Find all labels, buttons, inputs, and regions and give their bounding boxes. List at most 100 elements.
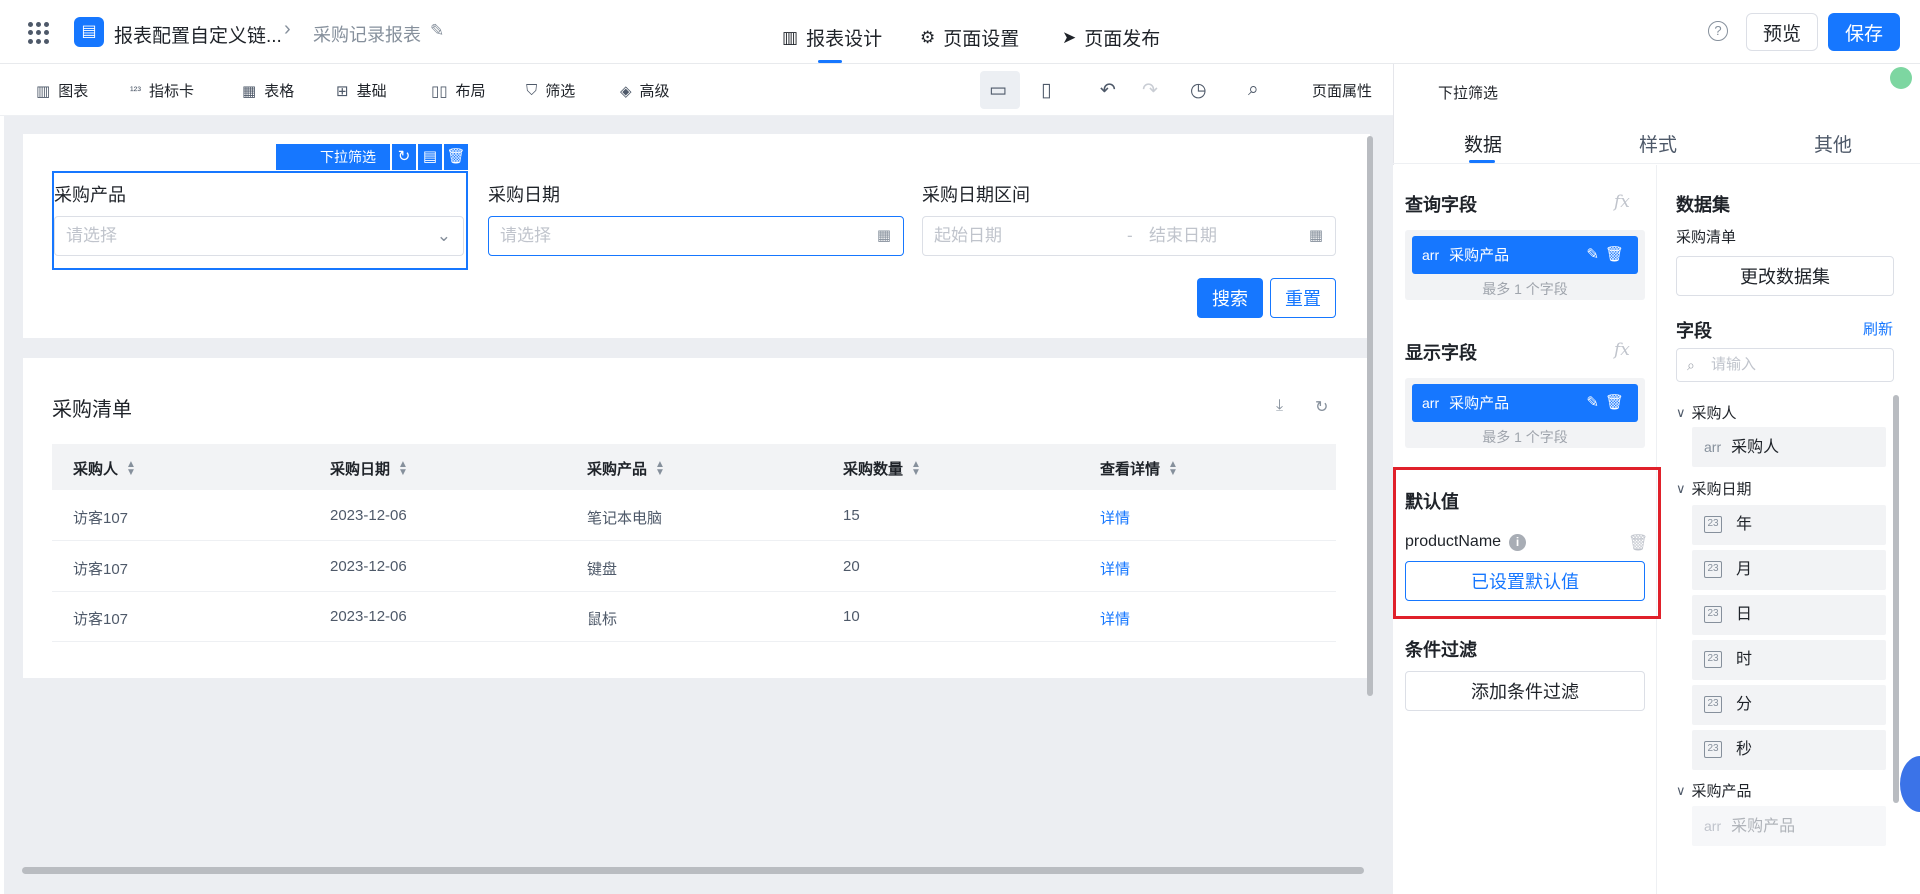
date-range-picker[interactable]: 起始日期 - 结束日期 ▦ <box>922 216 1336 256</box>
refresh-icon[interactable]: ↻ <box>392 144 416 170</box>
toolbar-label: 基础 <box>356 83 387 100</box>
tab-report-design[interactable]: ▥ 报表设计 <box>782 24 882 51</box>
canvas-horizontal-scrollbar[interactable] <box>22 867 1364 874</box>
tab-style[interactable]: 样式 <box>1639 130 1677 157</box>
mobile-icon[interactable]: ▯ <box>1041 79 1051 102</box>
download-icon[interactable]: ⤓ <box>1276 397 1283 415</box>
info-icon[interactable]: i <box>1509 533 1527 551</box>
column-header[interactable]: 采购人 ▲ ▼ <box>73 458 136 479</box>
field-group-label: 采购人 <box>1691 405 1737 422</box>
date-field-icon: 23 <box>1704 696 1722 714</box>
table-cell: 访客107 <box>73 561 129 578</box>
sort-icon[interactable]: ▲ ▼ <box>398 459 408 477</box>
field-item[interactable]: 23 分 <box>1692 685 1886 725</box>
edit-icon[interactable]: ✎ <box>1586 246 1605 263</box>
reset-button[interactable]: 重置 <box>1270 278 1336 318</box>
fx-icon[interactable]: fx <box>1614 340 1630 360</box>
column-header[interactable]: 采购数量 ▲ ▼ <box>843 458 921 479</box>
canvas-vertical-scrollbar[interactable] <box>1367 136 1373 696</box>
refresh-icon[interactable]: ↻ <box>1315 397 1328 417</box>
refresh-fields-link[interactable]: 刷新 <box>1863 318 1893 339</box>
undo-icon[interactable]: ↶ <box>1100 79 1116 102</box>
field-item[interactable]: 23 月 <box>1692 550 1886 590</box>
fx-icon[interactable]: fx <box>1614 192 1630 212</box>
toolbar-metric-card[interactable]: ¹²³ 指标卡 <box>130 80 194 101</box>
chevron-right-icon: › <box>284 18 291 40</box>
desktop-icon[interactable]: ▭ <box>989 79 1007 102</box>
sort-icon[interactable]: ▲ ▼ <box>126 459 136 477</box>
help-icon[interactable]: ? <box>1708 21 1728 41</box>
column-header[interactable]: 采购日期 ▲ ▼ <box>330 458 408 479</box>
edit-icon[interactable]: ✎ <box>1586 394 1605 411</box>
display-field-slot[interactable]: arr 采购产品 ✎🗑 最多 1 个字段 <box>1405 378 1645 448</box>
history-icon[interactable]: ◷ <box>1190 79 1207 102</box>
sort-icon[interactable]: ▲ ▼ <box>1168 459 1178 477</box>
toolbar-basic[interactable]: ⊞ 基础 <box>336 80 387 101</box>
product-select[interactable]: 请选择 ⌄ <box>54 216 464 256</box>
query-field-slot[interactable]: arr 采购产品 ✎🗑 最多 1 个字段 <box>1405 230 1645 300</box>
field-item[interactable]: arr 采购产品 <box>1692 806 1886 846</box>
redo-icon[interactable]: ↷ <box>1142 79 1158 102</box>
table-header: 采购人 ▲ ▼ 采购日期 ▲ ▼ 采购产品 ▲ ▼ 采购数量 ▲ ▼ 查看详情 ▲ ▼ <box>52 444 1336 490</box>
delete-icon[interactable]: 🗑 <box>444 144 468 170</box>
field-group-product[interactable]: ∨ 采购产品 <box>1676 780 1752 801</box>
field-item[interactable]: 23 日 <box>1692 595 1886 635</box>
toolbar-chart[interactable]: ▥ 图表 <box>36 80 88 101</box>
page-properties-button[interactable]: 页面属性 <box>1312 80 1372 101</box>
search-button[interactable]: 搜索 <box>1197 278 1263 318</box>
trash-icon[interactable]: 🗑 <box>1628 533 1648 553</box>
add-condition-filter-button[interactable]: 添加条件过滤 <box>1405 671 1645 711</box>
sort-icon[interactable]: ▲ ▼ <box>911 459 921 477</box>
tab-other[interactable]: 其他 <box>1814 130 1852 157</box>
toolbar-layout[interactable]: ▯▯ 布局 <box>431 80 486 101</box>
tab-label: 页面发布 <box>1084 29 1161 50</box>
detail-link[interactable]: 详情 <box>1100 558 1130 579</box>
app-title[interactable]: 报表配置自定义链... <box>114 21 282 48</box>
display-field-chip[interactable]: arr 采购产品 ✎🗑 <box>1412 384 1638 422</box>
toolbar-filter[interactable]: ⛉ 筛选 <box>526 80 575 101</box>
copy-icon[interactable]: ▤ <box>418 144 442 170</box>
column-header[interactable]: 采购产品 ▲ ▼ <box>587 458 665 479</box>
field-group-buyer[interactable]: ∨ 采购人 <box>1676 402 1737 423</box>
edit-icon[interactable]: ✎ <box>430 21 444 41</box>
detail-link[interactable]: 详情 <box>1100 608 1130 629</box>
field-item[interactable]: 23 秒 <box>1692 730 1886 770</box>
tab-page-settings[interactable]: ⚙ 页面设置 <box>920 24 1019 51</box>
table-row: 访客107 2023-12-06 鼠标 10 详情 <box>52 592 1336 642</box>
column-header[interactable]: 查看详情 ▲ ▼ <box>1100 458 1178 479</box>
toolbar-label: 图表 <box>58 83 89 100</box>
tab-page-publish[interactable]: ➤ 页面发布 <box>1062 24 1160 51</box>
search-icon[interactable]: ⌕ <box>1248 79 1259 101</box>
trash-icon[interactable]: 🗑 <box>1605 394 1630 411</box>
table-cell: 访客107 <box>73 611 129 628</box>
field-item[interactable]: 23 年 <box>1692 505 1886 545</box>
tab-data[interactable]: 数据 <box>1464 130 1502 157</box>
sort-icon[interactable]: ▲ ▼ <box>655 459 665 477</box>
save-button[interactable]: 保存 <box>1828 13 1900 51</box>
change-dataset-button[interactable]: 更改数据集 <box>1676 256 1894 296</box>
table-cell: 20 <box>843 558 860 575</box>
date-picker[interactable]: 请选择 ▦ <box>488 216 904 256</box>
filter-label-date: 采购日期 <box>488 185 560 205</box>
preview-button[interactable]: 预览 <box>1746 13 1818 51</box>
max-field-hint: 最多 1 个字段 <box>1482 281 1568 297</box>
date-field-icon: 23 <box>1704 516 1722 534</box>
query-field-chip[interactable]: arr 采购产品 ✎🗑 <box>1412 236 1638 274</box>
app-logo-icon: ▤ <box>74 17 104 47</box>
field-group-date[interactable]: ∨ 采购日期 <box>1676 478 1752 499</box>
default-value-set-button[interactable]: 已设置默认值 <box>1405 561 1645 601</box>
toolbar-table[interactable]: ▦ 表格 <box>242 80 294 101</box>
app-grid-icon[interactable] <box>28 22 50 44</box>
status-dot <box>1890 67 1912 89</box>
field-item[interactable]: 23 时 <box>1692 640 1886 680</box>
field-search-input[interactable]: ⌕ 请输入 <box>1676 348 1894 382</box>
date-picker-placeholder: 请选择 <box>500 226 551 245</box>
toolbar-advanced[interactable]: ◈ 高级 <box>620 80 670 101</box>
tab-label: 页面设置 <box>943 29 1020 50</box>
field-type-tag: arr <box>1704 818 1722 834</box>
trash-icon[interactable]: 🗑 <box>1605 246 1630 263</box>
fields-scrollbar[interactable] <box>1893 395 1899 803</box>
field-item[interactable]: arr 采购人 <box>1692 427 1886 467</box>
range-separator: - <box>1127 226 1133 245</box>
detail-link[interactable]: 详情 <box>1100 507 1130 528</box>
